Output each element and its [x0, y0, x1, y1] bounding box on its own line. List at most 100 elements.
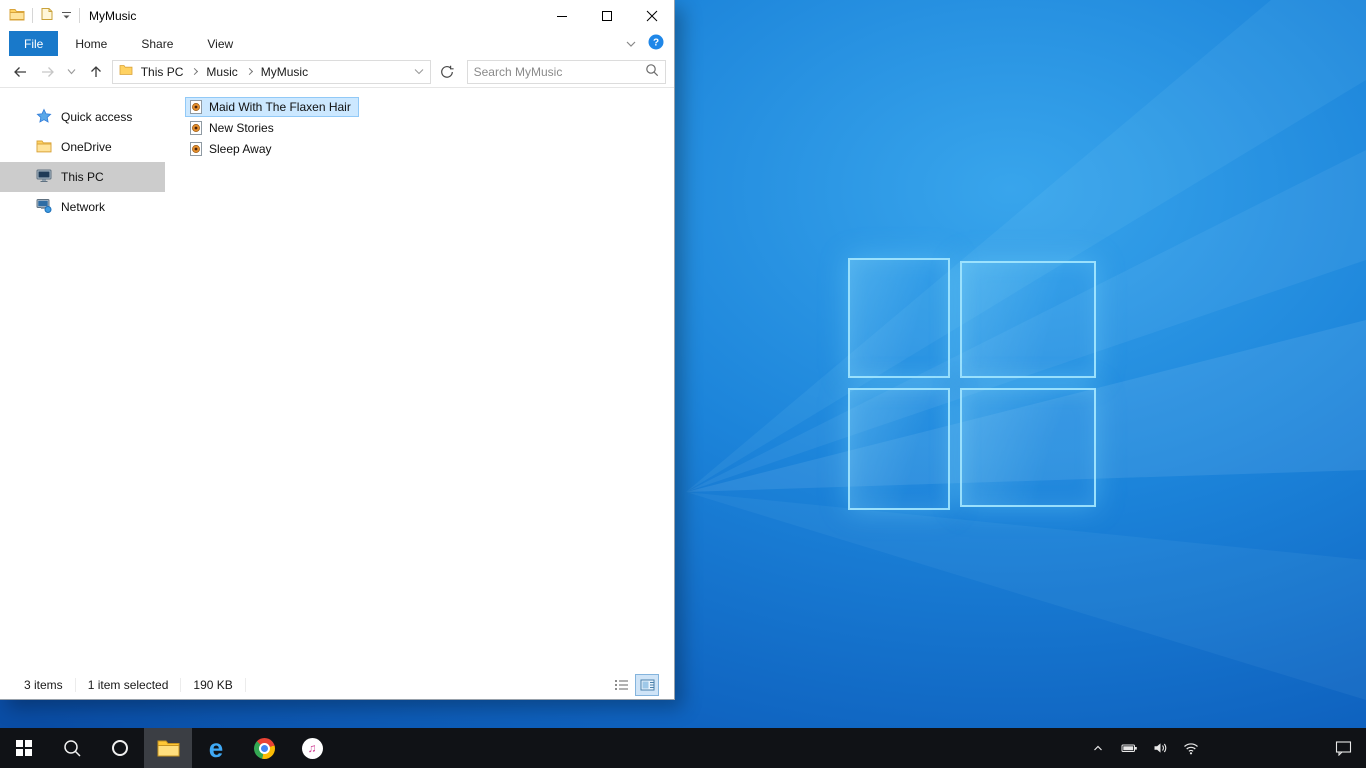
file-item[interactable]: Sleep Away	[165, 138, 674, 159]
network-wifi-button[interactable]	[1180, 728, 1202, 768]
address-folder-icon	[119, 64, 133, 79]
status-bar: 3 items 1 item selected 190 KB	[0, 671, 674, 699]
status-size: 190 KB	[181, 678, 246, 692]
quick-access-toolbar	[0, 7, 80, 24]
toolbar-separator	[79, 8, 80, 23]
file-list[interactable]: Maid With The Flaxen Hair New Stories Sl…	[165, 88, 674, 671]
start-button[interactable]	[0, 728, 48, 768]
chrome-icon	[253, 737, 275, 759]
itunes-icon: ♫	[301, 737, 323, 759]
svg-text:?: ?	[653, 38, 659, 49]
status-item-count: 3 items	[10, 678, 76, 692]
minimize-button[interactable]	[539, 0, 584, 31]
tray-icon-group	[1087, 728, 1202, 768]
windows-logo-pane	[960, 261, 1096, 378]
audio-file-icon	[190, 141, 202, 156]
windows-logo-pane	[848, 388, 950, 510]
sidebar-item-network[interactable]: Network	[0, 192, 165, 222]
windows-logo-pane	[960, 388, 1096, 507]
breadcrumb-this-pc[interactable]: This PC	[136, 65, 189, 79]
customize-toolbar-chevron-icon[interactable]	[61, 9, 72, 23]
recent-locations-chevron-icon[interactable]	[64, 60, 80, 84]
computer-icon	[36, 168, 52, 186]
cortana-icon	[112, 740, 128, 756]
speaker-icon	[1154, 743, 1166, 753]
star-icon	[36, 108, 52, 127]
file-explorer-window: MyMusic File Home Share View ? This PC M…	[0, 0, 675, 700]
window-title: MyMusic	[89, 8, 137, 23]
breadcrumb-mymusic[interactable]: MyMusic	[256, 65, 313, 79]
taskbar-search-button[interactable]	[48, 728, 96, 768]
wifi-icon	[1184, 742, 1198, 754]
battery-status-button[interactable]	[1118, 728, 1140, 768]
breadcrumb-music[interactable]: Music	[201, 65, 242, 79]
edge-icon: e	[208, 733, 224, 763]
audio-file-icon	[190, 99, 202, 114]
thumbnail-view-button[interactable]	[635, 674, 659, 696]
tab-share[interactable]: Share	[124, 31, 190, 56]
refresh-button[interactable]	[435, 60, 459, 84]
network-icon	[36, 198, 52, 216]
expand-ribbon-chevron-icon[interactable]	[626, 37, 636, 51]
close-button[interactable]	[629, 0, 674, 31]
details-view-button[interactable]	[610, 675, 632, 695]
system-tray	[1087, 728, 1366, 768]
ribbon-right-controls: ?	[626, 31, 674, 56]
taskbar: e ♫	[0, 728, 1366, 768]
taskbar-edge-button[interactable]: e	[192, 728, 240, 768]
taskbar-file-explorer-button[interactable]	[144, 728, 192, 768]
address-bar[interactable]: This PC Music MyMusic	[111, 59, 431, 84]
search-box[interactable]	[466, 59, 667, 84]
cortana-button[interactable]	[96, 728, 144, 768]
windows-logo-pane	[848, 258, 950, 378]
file-name: Sleep Away	[209, 141, 272, 156]
forward-button[interactable]	[36, 60, 60, 84]
sidebar-item-label: Network	[61, 200, 106, 214]
file-explorer-icon	[157, 740, 179, 757]
title-bar[interactable]: MyMusic	[0, 0, 674, 31]
action-center-button[interactable]	[1320, 728, 1366, 768]
caption-buttons	[539, 0, 674, 31]
tab-view[interactable]: View	[190, 31, 250, 56]
sidebar-item-label: This PC	[61, 170, 104, 184]
address-dropdown-chevron-icon[interactable]	[414, 68, 424, 75]
file-item[interactable]: New Stories	[165, 117, 674, 138]
help-icon[interactable]: ?	[648, 34, 664, 53]
sidebar-item-this-pc[interactable]: This PC	[0, 162, 165, 192]
file-chip[interactable]: New Stories	[185, 118, 282, 138]
status-selection: 1 item selected	[76, 678, 182, 692]
onedrive-folder-icon	[36, 139, 52, 156]
sidebar-item-onedrive[interactable]: OneDrive	[0, 132, 165, 162]
tab-home[interactable]: Home	[58, 31, 124, 56]
breadcrumb-chevron-icon[interactable]	[245, 67, 253, 76]
taskbar-itunes-button[interactable]: ♫	[288, 728, 336, 768]
back-button[interactable]	[8, 60, 32, 84]
file-item[interactable]: Maid With The Flaxen Hair	[165, 96, 674, 117]
file-name: New Stories	[209, 120, 274, 135]
taskbar-chrome-button[interactable]	[240, 728, 288, 768]
sidebar-item-label: OneDrive	[61, 140, 112, 154]
tab-file[interactable]: File	[9, 31, 59, 56]
search-input[interactable]	[473, 64, 646, 79]
toolbar-separator	[32, 8, 33, 23]
ribbon-tab-strip: File Home Share View ?	[0, 31, 674, 56]
navigation-pane: Quick access OneDrive This PC Network	[0, 88, 165, 671]
show-hidden-icons-button[interactable]	[1087, 728, 1109, 768]
maximize-button[interactable]	[584, 0, 629, 31]
battery-icon	[1121, 744, 1137, 752]
explorer-folder-icon	[9, 7, 25, 24]
sidebar-item-quick-access[interactable]: Quick access	[0, 102, 165, 132]
breadcrumb-chevron-icon[interactable]	[191, 67, 199, 76]
file-name: Maid With The Flaxen Hair	[209, 99, 351, 114]
file-chip[interactable]: Sleep Away	[185, 139, 280, 159]
search-icon[interactable]	[645, 63, 659, 80]
folder-properties-icon[interactable]	[40, 7, 54, 24]
window-body: Quick access OneDrive This PC Network Ma…	[0, 88, 674, 671]
sidebar-item-label: Quick access	[61, 110, 133, 124]
volume-button[interactable]	[1149, 728, 1171, 768]
file-chip[interactable]: Maid With The Flaxen Hair	[185, 96, 359, 117]
up-button[interactable]	[84, 60, 108, 84]
windows-logo-icon	[16, 740, 32, 756]
audio-file-icon	[190, 120, 202, 135]
view-toggle-group	[610, 674, 664, 696]
